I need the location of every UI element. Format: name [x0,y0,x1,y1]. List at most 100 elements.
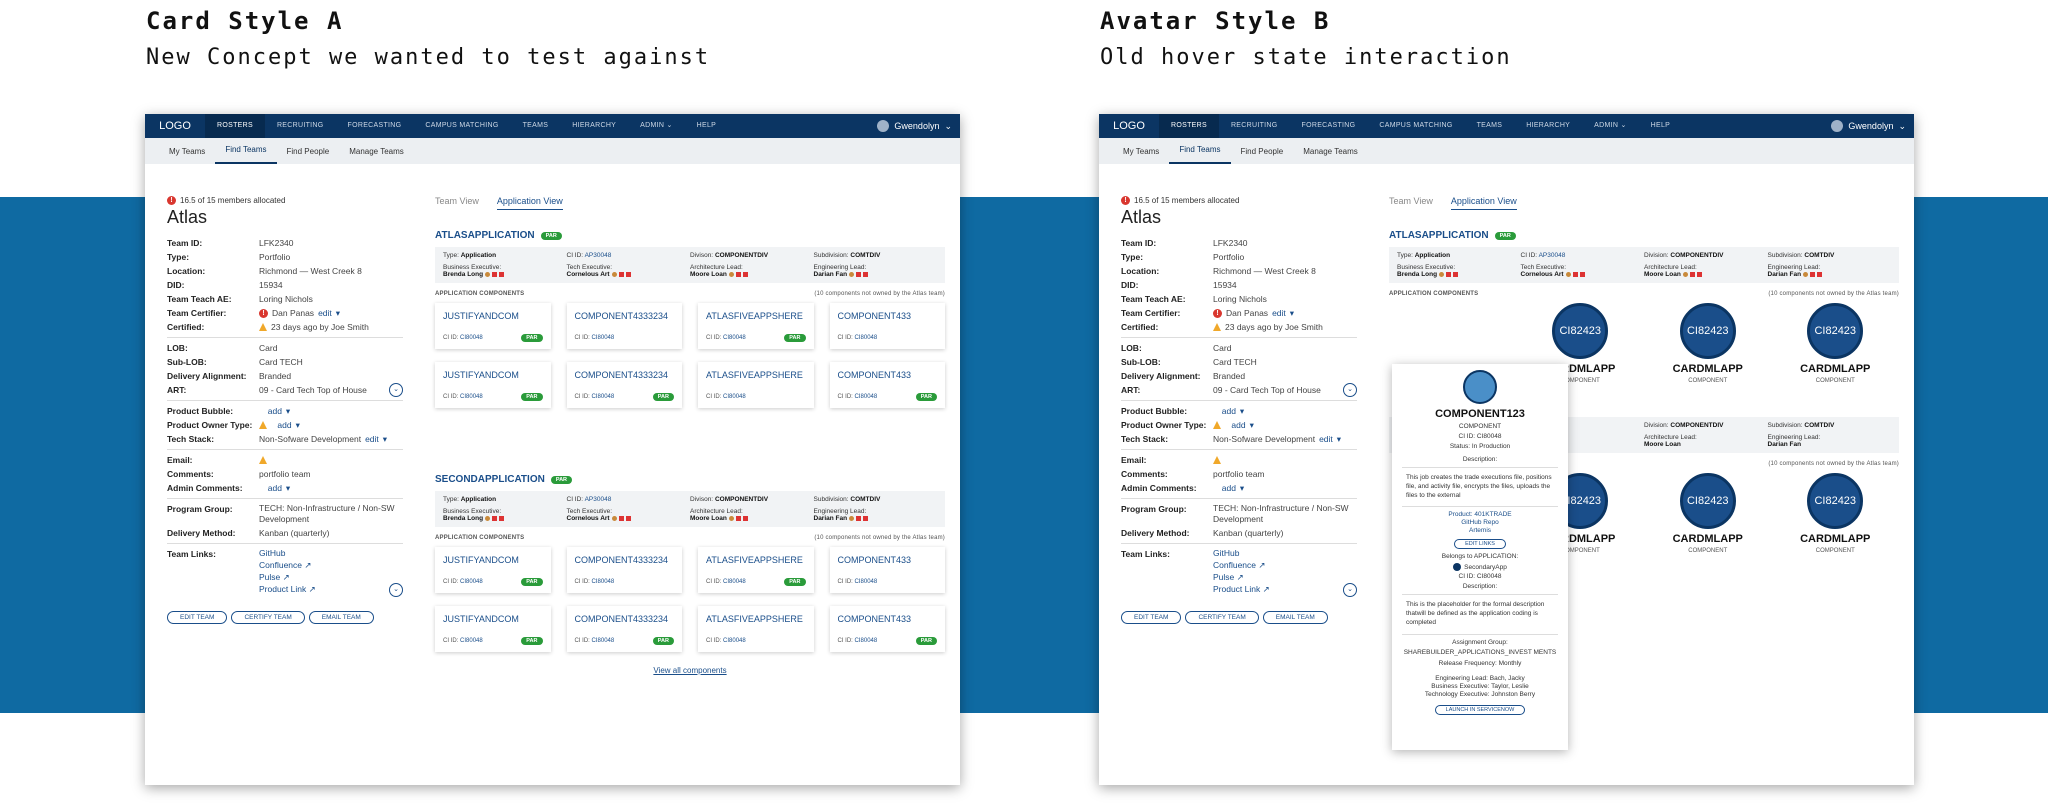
component-card[interactable]: COMPONENT433 CI ID: CI80048 [829,547,945,593]
ci-link[interactable]: CI80048 [723,394,746,400]
component-card[interactable]: COMPONENT4333234 CI ID: CI80048 [566,547,682,593]
pulse-link[interactable]: Pulse ↗ [259,571,290,583]
expand-chevron-icon[interactable]: ⌄ [389,383,403,397]
component-name[interactable]: ATLASFIVEAPPSHERE [706,311,806,321]
artemis-link[interactable]: Artemis [1402,527,1558,534]
github-link[interactable]: GitHub [1213,547,1239,559]
user-menu[interactable]: Gwendolyn ⌄ [877,120,960,132]
mail-icon[interactable] [618,515,624,521]
product-link[interactable]: Product Link ↗ [259,583,316,595]
ci-link[interactable]: CI80048 [855,579,878,585]
component-name[interactable]: JUSTIFYANDCOM [443,614,543,624]
pulse-icon[interactable] [1817,271,1823,277]
view-all-components-link[interactable]: View all components [435,666,945,675]
nav-hierarchy[interactable]: HIERARCHY [560,114,628,138]
tab-team-view[interactable]: Team View [435,196,479,210]
expand-chevron-icon[interactable]: ⌄ [389,583,403,597]
mail-icon[interactable] [735,271,741,277]
email-team-button[interactable]: EMAIL TEAM [1262,611,1328,624]
nav-rosters[interactable]: ROSTERS [205,114,265,138]
caret-down-icon[interactable]: ▾ [1337,432,1341,446]
ci-link[interactable]: CI80048 [460,335,483,341]
ci-link[interactable]: CI80048 [855,335,878,341]
mail-icon[interactable] [856,515,862,521]
tab-my-teams[interactable]: My Teams [159,147,215,164]
component-card[interactable]: COMPONENT4333234 CI ID: CI80048 PAR [566,606,682,652]
component-card[interactable]: COMPONENT4333234 CI ID: CI80048 PAR [566,362,682,408]
nav-admin[interactable]: ADMIN ⌄ [628,114,684,138]
component-name[interactable]: JUSTIFYANDCOM [443,311,543,321]
ci-link[interactable]: CI80048 [460,579,483,585]
admin-comments-add-link[interactable]: add [268,481,282,495]
nav-forecasting[interactable]: FORECASTING [1290,114,1368,138]
ci-id-link[interactable]: AP30048 [1539,252,1566,259]
component-name[interactable]: COMPONENT4333234 [575,614,675,624]
caret-down-icon[interactable]: ▾ [1240,481,1244,495]
ci-link[interactable]: CI80048 [723,335,746,341]
nav-hierarchy[interactable]: HIERARCHY [1514,114,1582,138]
email-team-button[interactable]: EMAIL TEAM [308,611,374,624]
component-name[interactable]: JUSTIFYANDCOM [443,370,543,380]
ci-id-link[interactable]: AP30048 [585,496,612,503]
tab-find-teams[interactable]: Find Teams [215,145,277,164]
ci-link[interactable]: CI80048 [855,394,878,400]
product-owner-add-link[interactable]: add [277,418,291,432]
component-card[interactable]: ATLASFIVEAPPSHERE CI ID: CI80048 [698,606,814,652]
component-name[interactable]: ATLASFIVEAPPSHERE [706,555,806,565]
tab-find-people[interactable]: Find People [1231,147,1294,164]
component-name[interactable]: COMPONENT4333234 [575,370,675,380]
caret-down-icon[interactable]: ▾ [1250,418,1254,432]
caret-down-icon[interactable]: ▾ [1290,306,1294,320]
product-link[interactable]: Product Link ↗ [1213,583,1270,595]
component-name[interactable]: COMPONENT4333234 [575,311,675,321]
ci-link[interactable]: CI80048 [592,394,615,400]
chat-icon[interactable] [485,515,491,521]
tab-manage-teams[interactable]: Manage Teams [339,147,414,164]
component-card[interactable]: ATLASFIVEAPPSHERE CI ID: CI80048 [698,362,814,408]
mail-icon[interactable] [618,271,624,277]
component-name[interactable]: JUSTIFYANDCOM [443,555,543,565]
component-avatar[interactable]: CI82423 CARDMLAPP COMPONENT [1644,303,1772,384]
component-name[interactable]: COMPONENT433 [838,614,938,624]
component-name[interactable]: COMPONENT4333234 [575,555,675,565]
ci-id-link[interactable]: AP30048 [585,252,612,259]
logo[interactable]: LOGO [145,120,205,132]
component-card[interactable]: JUSTIFYANDCOM CI ID: CI80048 PAR [435,547,551,593]
nav-rosters[interactable]: ROSTERS [1159,114,1219,138]
pulse-icon[interactable] [625,271,631,277]
ci-link[interactable]: CI80048 [592,335,615,341]
component-name[interactable]: ATLASFIVEAPPSHERE [706,614,806,624]
application-name[interactable]: SECONDAPPLICATION [435,474,545,485]
pulse-icon[interactable] [1696,271,1702,277]
mail-icon[interactable] [856,271,862,277]
chat-icon[interactable] [1682,271,1688,277]
mail-icon[interactable] [1446,271,1452,277]
mail-icon[interactable] [1810,271,1816,277]
caret-down-icon[interactable]: ▾ [286,404,290,418]
component-name[interactable]: COMPONENT433 [838,311,938,321]
component-avatar[interactable]: CI82423 CARDMLAPP COMPONENT [1772,473,1900,554]
tech-stack-edit-link[interactable]: edit [1319,432,1333,446]
nav-recruiting[interactable]: RECRUITING [1219,114,1290,138]
nav-help[interactable]: HELP [1639,114,1683,138]
component-avatar[interactable]: CI82423 CARDMLAPP COMPONENT [1772,303,1900,384]
tab-find-teams[interactable]: Find Teams [1169,145,1231,164]
ci-link[interactable]: CI80048 [855,638,878,644]
nav-recruiting[interactable]: RECRUITING [265,114,336,138]
pulse-link[interactable]: Pulse ↗ [1213,571,1244,583]
github-link[interactable]: GitHub [259,547,285,559]
ci-link[interactable]: CI80048 [592,638,615,644]
pulse-icon[interactable] [742,515,748,521]
nav-teams[interactable]: TEAMS [511,114,561,138]
confluence-link[interactable]: Confluence ↗ [1213,559,1266,571]
tab-find-people[interactable]: Find People [277,147,340,164]
chat-icon[interactable] [1565,271,1571,277]
ci-link[interactable]: CI80048 [592,579,615,585]
chat-icon[interactable] [611,515,617,521]
ci-link[interactable]: CI80048 [460,394,483,400]
caret-down-icon[interactable]: ▾ [296,418,300,432]
nav-forecasting[interactable]: FORECASTING [336,114,414,138]
product-link[interactable]: Product: 401KTRADE [1402,511,1558,518]
chat-icon[interactable] [728,271,734,277]
edit-team-button[interactable]: EDIT TEAM [167,611,228,624]
